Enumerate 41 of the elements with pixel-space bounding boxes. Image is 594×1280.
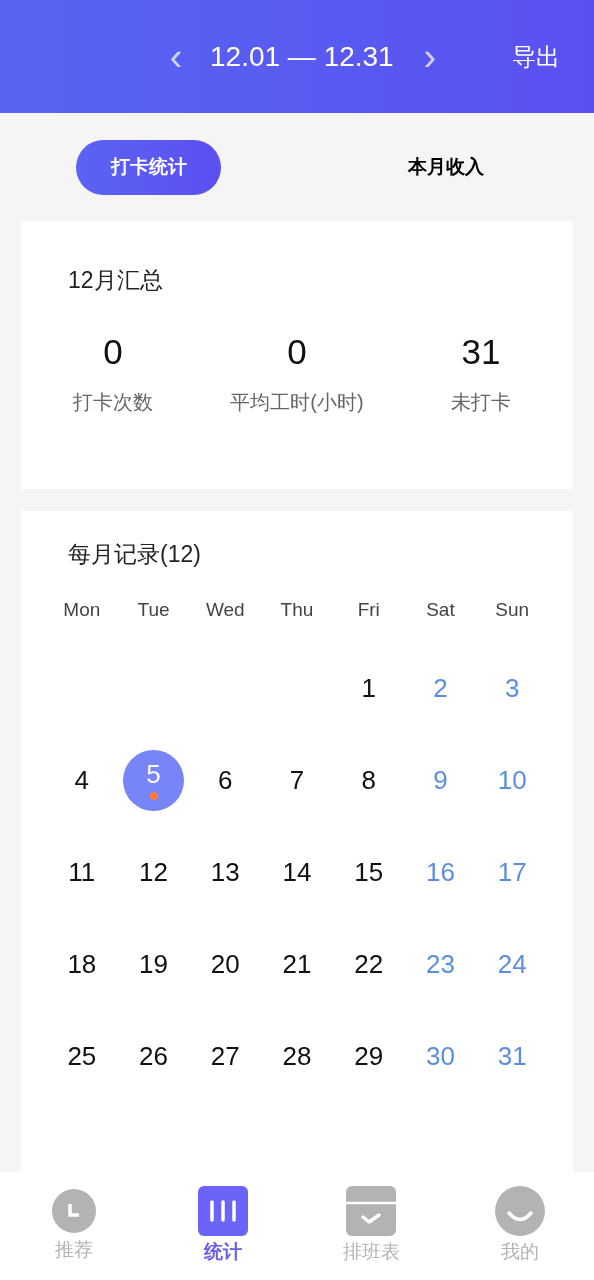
date-range: 12.01 — 12.31: [210, 39, 394, 74]
weekday-label: Fri: [356, 597, 381, 622]
tab[interactable]: 本月收入: [373, 139, 518, 195]
weekday-label: Sat: [425, 597, 456, 622]
calendar-day[interactable]: 7: [266, 749, 328, 811]
calendar-day[interactable]: 19: [123, 933, 185, 995]
export-button[interactable]: 导出: [512, 38, 560, 75]
calendar-day[interactable]: 13: [194, 841, 256, 903]
calendar-day[interactable]: 18: [51, 933, 113, 995]
calendar-title: 每月记录(12): [68, 540, 202, 569]
calendar-day[interactable]: 1: [338, 657, 400, 719]
calendar-day[interactable]: 25: [51, 1025, 113, 1087]
calendar-day[interactable]: 26: [123, 1025, 185, 1087]
calendar-day[interactable]: 4: [51, 749, 113, 811]
weekday-label: Thu: [279, 597, 315, 622]
calendar-day[interactable]: 22: [338, 933, 400, 995]
calendar-day[interactable]: 6: [194, 749, 256, 811]
calendar-day[interactable]: 29: [338, 1025, 400, 1087]
stat-value: 31: [461, 333, 501, 369]
next-button[interactable]: ›: [417, 37, 442, 76]
stat-value: 0: [103, 333, 123, 369]
calendar-day[interactable]: 14: [266, 841, 328, 903]
summary-title: 12月汇总: [68, 266, 164, 295]
calendar-day[interactable]: 28: [266, 1025, 328, 1087]
calendar-day[interactable]: 27: [194, 1025, 256, 1087]
calendar-day[interactable]: 12: [123, 841, 185, 903]
stat-label: 未打卡: [451, 389, 511, 415]
weekday-label: Sun: [494, 597, 531, 622]
nav-item[interactable]: 统计: [148, 1172, 297, 1280]
stat-label: 平均工时(小时): [230, 389, 364, 415]
calendar-day[interactable]: 20: [194, 933, 256, 995]
stat-label: 打卡次数: [73, 389, 153, 415]
weekday-label: Mon: [62, 597, 102, 622]
calendar-day[interactable]: 8: [338, 749, 400, 811]
stat-value: 0: [287, 333, 307, 369]
tab[interactable]: 打卡统计: [76, 139, 221, 195]
calendar-day[interactable]: 11: [51, 841, 113, 903]
calendar-day[interactable]: 21: [266, 933, 328, 995]
weekday-label: Tue: [136, 597, 171, 622]
calendar-day[interactable]: 15: [338, 841, 400, 903]
weekday-label: Wed: [204, 597, 246, 622]
